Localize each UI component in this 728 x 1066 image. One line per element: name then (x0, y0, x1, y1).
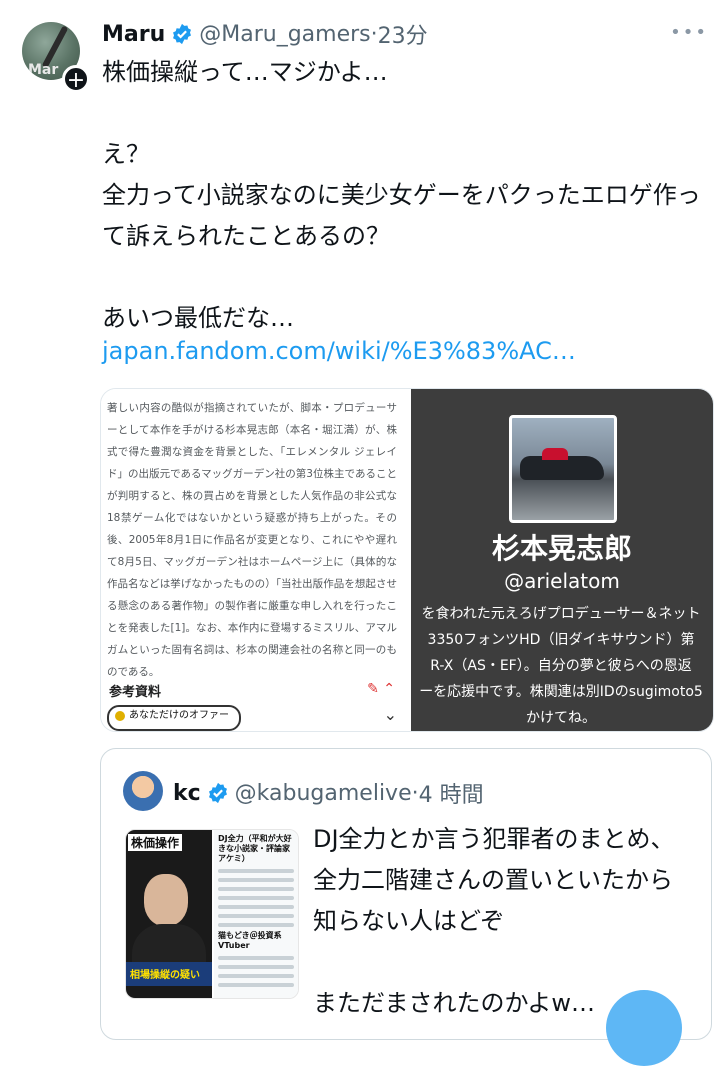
profile-bio: を食われた元えろげプロデューサー＆ネット 3350フォンツHD（旧ダイキサウンド… (419, 606, 703, 726)
quoted-avatar[interactable] (123, 771, 163, 811)
media-card[interactable]: 著しい内容の酷似が指摘されていたが、脚本・プロデューサーとして本作を手がける杉本… (100, 388, 714, 732)
edit-icon: ✎ ⌃ (367, 681, 395, 697)
thumbnail-title: DJ全力（平和が大好きな小説家・評論家アケミ） (218, 834, 292, 863)
thumbnail-subtitle: 猫もどき＠投資系VTuber (218, 931, 282, 950)
quoted-thumbnail[interactable]: 株価操作 相場操縦の疑い DJ全力（平和が大好きな小説家・評論家アケミ） 猫もど… (125, 829, 299, 999)
tweet-text: 株価操縦って…マジかよ… え？ 全力って小説家なのに美少女ゲーをパクったエロゲ作… (102, 58, 701, 332)
thumbnail-banner-text: 相場操縦の疑い (130, 970, 200, 981)
verified-badge-icon (208, 782, 227, 804)
separator-dot: · (370, 21, 378, 47)
tweet-link[interactable]: japan.fandom.com/wiki/%E3%83%AC… (102, 337, 576, 365)
author-name[interactable]: Maru (102, 22, 165, 47)
tweet-time[interactable]: 23分 (378, 18, 428, 50)
profile-photo (509, 415, 617, 523)
profile-screenshot[interactable]: 杉本晃志郎 @arielatom を食われた元えろげプロデューサー＆ネット 33… (411, 389, 713, 731)
offer-pill: あなただけのオファー (107, 705, 241, 731)
thumbnail-article: DJ全力（平和が大好きな小説家・評論家アケミ） 猫もどき＠投資系VTuber (214, 830, 298, 998)
wiki-article-text: 著しい内容の酷似が指摘されていたが、脚本・プロデューサーとして本作を手がける杉本… (107, 402, 397, 678)
quoted-author-name[interactable]: kc (173, 781, 201, 806)
person-image (144, 874, 188, 926)
quoted-author-handle[interactable]: @kabugamelive (235, 781, 412, 806)
quoted-header: kc @kabugamelive · 4 時間 (173, 777, 484, 809)
quoted-time[interactable]: 4 時間 (419, 777, 484, 809)
compose-button[interactable] (606, 990, 682, 1066)
avatar-text: Mar (28, 62, 59, 78)
thumbnail-banner: 相場操縦の疑い (126, 962, 212, 986)
profile-handle: @arielatom (504, 569, 620, 593)
tweet-header: Maru @Maru_gamers · 23分 (102, 18, 428, 50)
separator-dot: · (411, 780, 419, 806)
author-handle[interactable]: @Maru_gamers (199, 22, 370, 47)
verified-badge-icon (173, 23, 192, 45)
race-car-image (520, 448, 604, 480)
wiki-screenshot[interactable]: 著しい内容の酷似が指摘されていたが、脚本・プロデューサーとして本作を手がける杉本… (101, 389, 407, 731)
profile-name: 杉本晃志郎 (491, 532, 632, 565)
quoted-tweet[interactable]: kc @kabugamelive · 4 時間 株価操作 相場操縦の疑い DJ全… (100, 748, 712, 1040)
thumbnail-video-frame: 株価操作 相場操縦の疑い (126, 830, 212, 998)
plus-icon[interactable]: + (62, 65, 90, 93)
thumbnail-caption: 株価操作 (128, 834, 183, 851)
more-options-icon[interactable]: ••• (670, 22, 708, 43)
wiki-section-heading: 参考資料 (109, 685, 162, 700)
chevron-down-icon: ⌄ (383, 705, 397, 724)
